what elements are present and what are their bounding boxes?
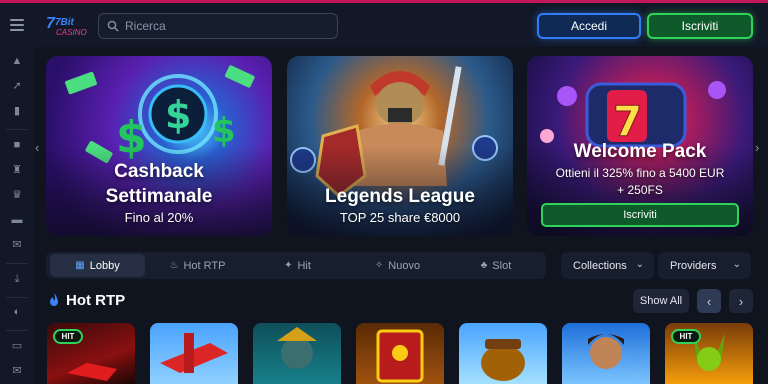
crown-icon[interactable]: ♛	[10, 189, 24, 201]
banner-title: Legends League	[325, 186, 475, 207]
game-artwork	[160, 333, 228, 373]
casino-logo[interactable]: 7 7Bit CASINO	[46, 13, 90, 39]
carousel-prev-icon[interactable]: ‹	[35, 140, 39, 155]
tab-hit[interactable]: ✦ Hit	[250, 254, 345, 277]
tab-label: Hot RTP	[183, 259, 226, 272]
chevron-right-icon[interactable]: ›	[729, 289, 753, 313]
sidebar: ▲ ➚ ▮ ■ ♜ ♛ ▬ ✉ ⤓ ◐ ▭ ✉	[0, 47, 34, 384]
game-artwork	[481, 339, 525, 381]
svg-text:7: 7	[613, 97, 642, 146]
game-thumbnail[interactable]	[253, 323, 341, 384]
tab-label: Lobby	[89, 259, 120, 272]
slot-icon: ♣	[480, 260, 488, 271]
game-thumbnail[interactable]: HIT	[47, 323, 135, 384]
game-thumbnail[interactable]: HIT	[665, 323, 753, 384]
download-icon[interactable]: ⤓	[10, 273, 24, 285]
chat-icon[interactable]: ▭	[10, 340, 24, 352]
banner-title: Cashback	[114, 161, 204, 182]
banner-register-button[interactable]: Iscriviti	[541, 203, 739, 227]
search-icon	[107, 20, 119, 32]
logo-text-top: 7Bit	[55, 17, 75, 28]
show-all-button[interactable]: Show All	[633, 289, 689, 313]
banner-welcome-pack[interactable]: 7 Welcome Pack Ottieni il 325% fino a 54…	[527, 56, 753, 236]
category-tabs: ▦ Lobby ♨ Hot RTP ✦ Hit ✧ Nuovo ♣ Slot	[46, 252, 546, 279]
game-artwork	[376, 329, 424, 383]
tab-label: Hit	[297, 259, 311, 272]
register-button[interactable]: Iscriviti	[647, 13, 753, 39]
chevron-left-icon[interactable]: ‹	[697, 289, 721, 313]
game-thumbnail[interactable]	[150, 323, 238, 384]
sidebar-divider	[6, 129, 28, 130]
banner-cashback[interactable]: $ $ $ Cashback Settimanale Fino al 20%	[46, 56, 272, 236]
sidebar-divider	[6, 330, 28, 331]
logo-text-bottom: CASINO	[56, 28, 87, 37]
login-button[interactable]: Accedi	[537, 13, 641, 39]
flame-icon	[50, 293, 58, 306]
top-header: 7 7Bit CASINO Accedi Iscriviti	[0, 3, 768, 47]
mail-icon[interactable]: ✉	[10, 239, 24, 251]
tab-hot-rtp[interactable]: ♨ Hot RTP	[150, 254, 245, 277]
svg-text:$: $	[165, 93, 191, 137]
hit-badge: HIT	[53, 329, 83, 344]
game-artwork	[277, 327, 317, 369]
tab-nuovo[interactable]: ✧ Nuovo	[350, 254, 445, 277]
banner-legends-league[interactable]: Legends League TOP 25 share €8000	[287, 56, 513, 236]
card-icon[interactable]: ▮	[10, 105, 24, 117]
game-thumbnail[interactable]	[356, 323, 444, 384]
collections-dropdown[interactable]: Collections ⌄	[561, 252, 654, 279]
flame-icon: ♨	[169, 260, 179, 271]
trophy-icon[interactable]: ♜	[10, 164, 24, 176]
section-title: Hot RTP	[66, 292, 126, 309]
tab-label: Nuovo	[388, 259, 421, 272]
new-icon: ✧	[374, 260, 384, 271]
tab-label: Slot	[492, 259, 512, 272]
ticket-icon[interactable]: ▬	[10, 214, 24, 226]
rocket-icon[interactable]: ➚	[10, 80, 24, 92]
game-artwork	[588, 334, 624, 369]
game-thumbnail[interactable]	[562, 323, 650, 384]
theme-toggle-icon[interactable]: ◐	[10, 306, 24, 318]
lobby-icon: ▦	[75, 260, 85, 271]
game-thumbnail[interactable]	[459, 323, 547, 384]
banner-subtitle: Ottieni il 325% fino a 5400 EUR	[555, 166, 725, 180]
banner-subtitle: Fino al 20%	[124, 210, 194, 225]
search-box[interactable]	[98, 13, 338, 39]
svg-text:$: $	[212, 111, 236, 151]
sidebar-divider	[6, 263, 28, 264]
carousel-next-icon[interactable]: ›	[755, 140, 759, 155]
chevron-down-icon: ⌄	[635, 259, 644, 270]
tab-slot[interactable]: ♣ Slot	[450, 254, 542, 277]
tab-lobby[interactable]: ▦ Lobby	[50, 254, 145, 277]
menu-icon[interactable]	[10, 19, 24, 31]
banner-title: Settimanale	[105, 186, 213, 207]
search-input[interactable]	[125, 19, 325, 33]
dropdown-label: Providers	[670, 259, 717, 272]
sidebar-divider	[6, 297, 28, 298]
gift-icon[interactable]: ■	[10, 139, 24, 151]
hat-icon[interactable]: ▲	[10, 55, 24, 67]
hit-icon: ✦	[284, 260, 293, 271]
banner-title: Welcome Pack	[573, 141, 707, 162]
banner-subtitle: TOP 25 share €8000	[339, 210, 461, 225]
dropdown-label: Collections	[573, 259, 627, 272]
mail-icon[interactable]: ✉	[10, 365, 24, 377]
providers-dropdown[interactable]: Providers ⌄	[658, 252, 751, 279]
banner-subtitle: + 250FS	[617, 183, 663, 197]
chevron-down-icon: ⌄	[732, 259, 741, 270]
hit-badge: HIT	[671, 329, 701, 344]
